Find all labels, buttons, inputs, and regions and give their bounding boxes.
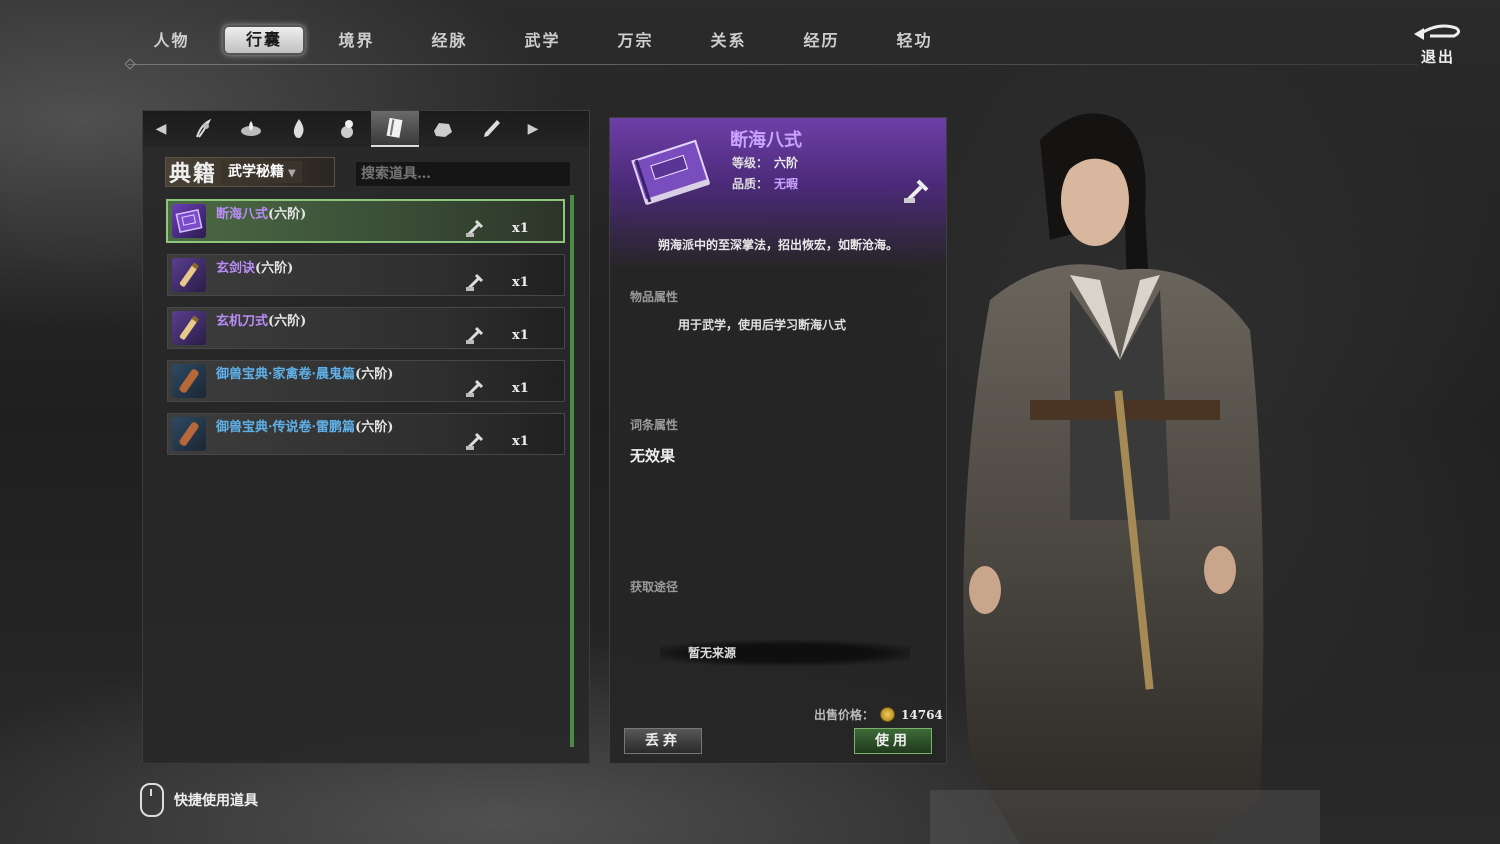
- scroll-icon: [172, 311, 206, 345]
- tab-inventory[interactable]: 行囊: [223, 25, 305, 55]
- lotus-icon[interactable]: [227, 111, 275, 147]
- category-bar: ◀ ▶: [143, 111, 589, 147]
- source-heading: 获取途径: [630, 580, 679, 594]
- item-detail-panel: 断海八式 等级： 六阶 品质： 无暇 朔海派中的至深掌法，招出恢宏，如断沧海。 物品…: [609, 117, 947, 764]
- ore-icon[interactable]: [419, 111, 467, 147]
- tab-relations[interactable]: 关系: [682, 22, 775, 60]
- category-prev-arrow-icon[interactable]: ◀: [143, 121, 179, 137]
- return-arrow-icon: [1414, 24, 1461, 40]
- detail-grade: 等级： 六阶: [732, 156, 799, 170]
- gourd-icon[interactable]: [323, 111, 371, 147]
- herb-icon[interactable]: [179, 111, 227, 147]
- martial-book-icon: [631, 139, 711, 206]
- scroll-tool-icon: [466, 432, 484, 450]
- quick-use-hint: 快捷使用道具: [140, 783, 258, 817]
- coin-icon: [880, 707, 896, 722]
- scroll-tool-icon: [466, 379, 484, 397]
- item-attr-heading: 物品属性: [630, 290, 679, 304]
- exit-label: 退出: [1420, 48, 1455, 66]
- category-next-arrow-icon[interactable]: ▶: [515, 121, 551, 137]
- inventory-panel: ◀ ▶ 典籍 武学秘籍▼ 断海八式(: [142, 110, 590, 764]
- tab-character[interactable]: 人物: [125, 22, 218, 60]
- tab-realm[interactable]: 境界: [310, 22, 403, 60]
- character-portrait: [930, 113, 1320, 844]
- search-input[interactable]: [355, 161, 571, 187]
- filter-main-label: 典籍: [168, 161, 217, 187]
- book-icon[interactable]: [371, 111, 419, 147]
- item-quantity: x1: [512, 328, 529, 343]
- list-item[interactable]: 玄机刀式(六阶) x1: [167, 307, 565, 349]
- source-value: 暂无来源: [660, 640, 910, 666]
- exit-button[interactable]: 退出: [1408, 20, 1468, 70]
- top-tab-bar: 人物 行囊 境界 经脉 武学 万宗 关系 经历 轻功: [125, 22, 961, 62]
- item-quantity: x1: [512, 275, 529, 290]
- item-list: 断海八式(六阶) x1 玄剑诀(六阶) x1 玄机刀式(六阶) x1 御兽宝典·…: [166, 199, 565, 466]
- brush-icon[interactable]: [467, 111, 515, 147]
- use-button[interactable]: 使用: [854, 728, 932, 754]
- discard-button[interactable]: 丢弃: [624, 728, 702, 754]
- flame-icon[interactable]: [275, 111, 323, 147]
- item-name: 玄机刀式(六阶): [216, 314, 307, 329]
- scroll-icon: [172, 417, 206, 451]
- tab-martial-arts[interactable]: 武学: [496, 22, 589, 60]
- detail-quality: 品质： 无暇: [732, 177, 799, 191]
- scroll-icon: [172, 364, 206, 398]
- scroll-tool-icon: [904, 179, 929, 203]
- item-attr-value: 用于武学，使用后学习断海八式: [678, 318, 847, 332]
- entry-attr-value: 无效果: [630, 447, 676, 465]
- category-filter[interactable]: 典籍 武学秘籍 ▼: [165, 157, 335, 187]
- scroll-tool-icon: [466, 219, 484, 237]
- detail-title: 断海八式: [730, 130, 802, 151]
- item-name: 断海八式(六阶): [216, 207, 307, 222]
- detail-description: 朔海派中的至深掌法，招出恢宏，如断沧海。: [657, 238, 898, 252]
- dropdown-caret-icon: ▼: [288, 168, 296, 179]
- list-item[interactable]: 御兽宝典·家禽卷·晨鬼篇(六阶) x1: [167, 360, 565, 402]
- tab-lightness-skill[interactable]: 轻功: [868, 22, 961, 60]
- filter-dropdown[interactable]: 武学秘籍 ▼: [222, 161, 302, 183]
- item-list-scrollbar[interactable]: [570, 195, 574, 747]
- tab-sects[interactable]: 万宗: [589, 22, 682, 60]
- item-quantity: x1: [512, 434, 529, 449]
- sell-price: 出售价格： 14764: [814, 706, 943, 723]
- list-item[interactable]: 断海八式(六阶) x1: [166, 199, 565, 243]
- item-name: 玄剑诀(六阶): [216, 261, 294, 276]
- top-divider: [128, 64, 1418, 65]
- item-name: 御兽宝典·传说卷·雷鹏篇(六阶): [216, 420, 394, 435]
- item-quantity: x1: [512, 381, 529, 396]
- price-label: 出售价格：: [814, 708, 875, 722]
- mouse-icon: [140, 783, 164, 817]
- scroll-tool-icon: [466, 326, 484, 344]
- entry-attr-heading: 词条属性: [630, 418, 679, 432]
- martial-book-icon: [172, 204, 206, 238]
- item-quantity: x1: [512, 221, 529, 236]
- scroll-tool-icon: [466, 273, 484, 291]
- list-item[interactable]: 御兽宝典·传说卷·雷鹏篇(六阶) x1: [167, 413, 565, 455]
- quick-use-label: 快捷使用道具: [174, 793, 258, 809]
- scroll-icon: [172, 258, 206, 292]
- list-item[interactable]: 玄剑诀(六阶) x1: [167, 254, 565, 296]
- tab-history[interactable]: 经历: [775, 22, 868, 60]
- item-name: 御兽宝典·家禽卷·晨鬼篇(六阶): [216, 367, 394, 382]
- filter-sub-label: 武学秘籍: [228, 164, 284, 180]
- tab-meridians[interactable]: 经脉: [403, 22, 496, 60]
